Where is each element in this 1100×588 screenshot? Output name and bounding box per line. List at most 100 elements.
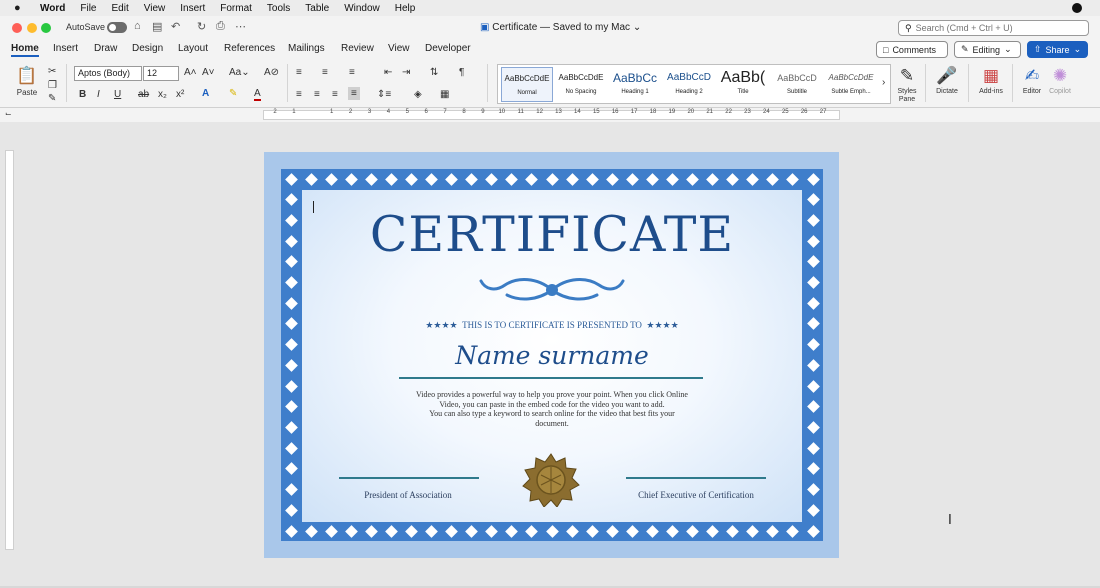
- copilot-button[interactable]: ✺ Copilot: [1045, 64, 1075, 95]
- gold-seal-icon[interactable]: [522, 453, 580, 507]
- save-icon[interactable]: ▤: [152, 20, 162, 33]
- menu-help[interactable]: Help: [395, 3, 416, 14]
- home-icon[interactable]: ⌂: [134, 20, 141, 32]
- decrease-indent-icon[interactable]: ⇤: [384, 67, 392, 78]
- tab-mailings[interactable]: Mailings: [288, 43, 325, 54]
- share-icon: ⇧: [1034, 44, 1042, 54]
- tab-design[interactable]: Design: [132, 43, 163, 54]
- line-spacing-icon[interactable]: ⇕≡: [377, 89, 391, 100]
- menu-tools[interactable]: Tools: [267, 3, 290, 14]
- tab-view[interactable]: View: [388, 43, 410, 54]
- close-window-button[interactable]: [12, 23, 22, 33]
- style-heading-1[interactable]: AaBbCc Heading 1: [609, 67, 661, 102]
- menu-window[interactable]: Window: [344, 3, 380, 14]
- tab-layout[interactable]: Layout: [178, 43, 208, 54]
- copy-icon[interactable]: ❐: [48, 80, 57, 91]
- strikethrough-button[interactable]: ab: [138, 89, 149, 100]
- align-center-icon[interactable]: ≡: [314, 89, 320, 100]
- tab-insert[interactable]: Insert: [53, 43, 78, 54]
- show-formatting-icon[interactable]: ¶: [459, 67, 464, 78]
- style-subtle-emphasis[interactable]: AaBbCcDdE Subtle Emph...: [825, 67, 877, 102]
- font-size-select[interactable]: 12: [143, 66, 179, 81]
- certificate-description[interactable]: Video provides a powerful way to help yo…: [392, 390, 712, 428]
- more-icon[interactable]: ⋯: [235, 20, 246, 33]
- menu-table[interactable]: Table: [305, 3, 329, 14]
- style-title[interactable]: AaBb( Title: [717, 67, 769, 102]
- share-button[interactable]: ⇧ Share ⌄: [1027, 41, 1088, 58]
- text-effects-icon[interactable]: A: [202, 88, 209, 99]
- tab-review[interactable]: Review: [341, 43, 374, 54]
- bullets-icon[interactable]: ≡: [296, 67, 302, 78]
- search-box[interactable]: ⚲: [898, 20, 1089, 36]
- align-left-icon[interactable]: ≡: [296, 89, 302, 100]
- justify-icon[interactable]: ≡: [348, 87, 360, 100]
- horizontal-ruler[interactable]: ⌙ 2 1 1 2 3 4 5 6 7 8 9 10 11 12 13 14 15 16 17 18 19 20 21 22 2…: [0, 108, 1100, 122]
- editor-button[interactable]: ✍ Editor: [1018, 64, 1046, 95]
- menu-view[interactable]: View: [144, 3, 166, 14]
- menu-format[interactable]: Format: [220, 3, 252, 14]
- tab-references[interactable]: References: [224, 43, 275, 54]
- style-subtitle[interactable]: AaBbCcD Subtitle: [771, 67, 823, 102]
- subscript-button[interactable]: x₂: [158, 89, 167, 100]
- increase-indent-icon[interactable]: ⇥: [402, 67, 410, 78]
- menu-word[interactable]: Word: [40, 3, 65, 14]
- tab-developer[interactable]: Developer: [425, 43, 471, 54]
- tab-home[interactable]: Home: [11, 43, 39, 57]
- name-underline: [399, 377, 703, 379]
- autosave-toggle[interactable]: [107, 22, 127, 33]
- undo-icon[interactable]: ↶: [171, 20, 180, 33]
- tab-stop-selector-icon[interactable]: ⌙: [5, 109, 12, 118]
- font-color-icon[interactable]: A: [254, 88, 261, 101]
- menu-insert[interactable]: Insert: [180, 3, 205, 14]
- shading-icon[interactable]: ◈: [414, 89, 422, 100]
- tab-draw[interactable]: Draw: [94, 43, 117, 54]
- record-indicator-icon[interactable]: [1072, 3, 1082, 13]
- editing-mode-button[interactable]: ✎ Editing ⌄: [954, 41, 1021, 58]
- font-name-select[interactable]: Aptos (Body): [74, 66, 142, 81]
- search-input[interactable]: [915, 23, 1066, 33]
- document-title[interactable]: ▣ Certificate — Saved to my Mac ⌄: [480, 22, 641, 33]
- menu-file[interactable]: File: [80, 3, 96, 14]
- italic-button[interactable]: I: [97, 89, 100, 100]
- clear-formatting-icon[interactable]: A⊘: [264, 67, 279, 78]
- redo-icon[interactable]: ↻: [197, 20, 206, 33]
- menu-edit[interactable]: Edit: [112, 3, 129, 14]
- document-title-text: Certificate — Saved to my Mac: [492, 22, 631, 33]
- multilevel-list-icon[interactable]: ≡: [349, 67, 355, 78]
- shrink-font-icon[interactable]: A˅: [202, 67, 215, 78]
- recipient-name[interactable]: Name surname: [302, 341, 802, 370]
- underline-button[interactable]: U: [114, 89, 121, 100]
- add-ins-button[interactable]: ▦ Add-ins: [975, 64, 1007, 95]
- print-icon[interactable]: ⎙: [216, 20, 225, 33]
- grow-font-icon[interactable]: A˄: [184, 67, 197, 78]
- signature-label-left[interactable]: President of Association: [308, 490, 508, 500]
- apple-menu-icon[interactable]: ●: [14, 2, 28, 14]
- superscript-button[interactable]: x²: [176, 89, 184, 100]
- highlight-color-icon[interactable]: ✎: [229, 88, 237, 99]
- borders-icon[interactable]: ▦: [440, 89, 449, 100]
- bold-button[interactable]: B: [79, 89, 86, 100]
- styles-pane-button[interactable]: ✎ Styles Pane: [893, 64, 921, 104]
- certificate-title[interactable]: CERTIFICATE: [302, 206, 802, 263]
- numbering-icon[interactable]: ≡: [322, 67, 328, 78]
- style-normal[interactable]: AaBbCcDdE Normal: [501, 67, 553, 102]
- dictate-button[interactable]: 🎤 Dictate: [932, 64, 962, 95]
- change-case-icon[interactable]: Aa⌄: [229, 67, 250, 78]
- signature-label-right[interactable]: Chief Executive of Certification: [596, 490, 796, 500]
- cut-icon[interactable]: ✂: [48, 66, 56, 77]
- style-no-spacing[interactable]: AaBbCcDdE No Spacing: [555, 67, 607, 102]
- style-heading-2[interactable]: AaBbCcD Heading 2: [663, 67, 715, 102]
- presented-to-line[interactable]: ★★★★ THIS IS TO CERTIFICATE IS PRESENTED…: [302, 320, 802, 331]
- zoom-window-button[interactable]: [41, 23, 51, 33]
- comments-button[interactable]: □ Comments: [876, 41, 948, 58]
- ruler-number: 25: [781, 109, 789, 115]
- styles-more-chevron-icon[interactable]: ›: [882, 77, 885, 88]
- vertical-ruler[interactable]: [5, 150, 14, 550]
- ruler-number: 13: [555, 109, 562, 115]
- align-right-icon[interactable]: ≡: [332, 89, 338, 100]
- format-painter-icon[interactable]: ✎: [48, 93, 56, 104]
- minimize-window-button[interactable]: [27, 23, 37, 33]
- paste-button[interactable]: 📋 Paste: [12, 64, 42, 97]
- sort-icon[interactable]: ⇅: [430, 67, 438, 78]
- ruler-number: 21: [706, 109, 714, 115]
